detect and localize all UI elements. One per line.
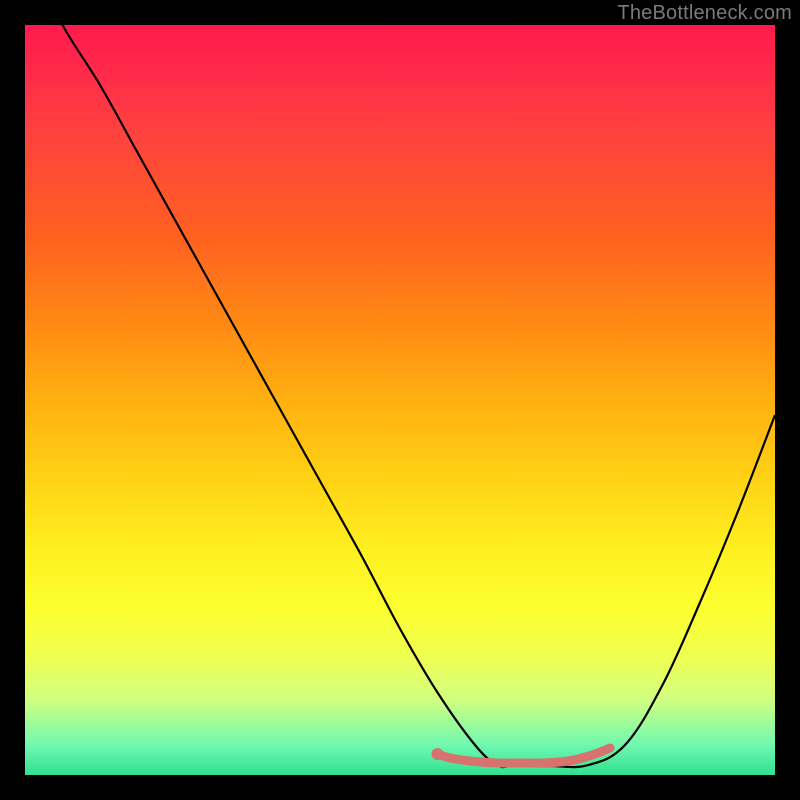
plot-area bbox=[25, 25, 775, 775]
optimal-range-marker bbox=[438, 748, 611, 763]
chart-container: TheBottleneck.com bbox=[0, 0, 800, 800]
bottleneck-curve bbox=[25, 0, 775, 767]
watermark-text: TheBottleneck.com bbox=[617, 2, 792, 25]
chart-svg bbox=[25, 25, 775, 775]
optimal-point-marker bbox=[432, 748, 444, 760]
